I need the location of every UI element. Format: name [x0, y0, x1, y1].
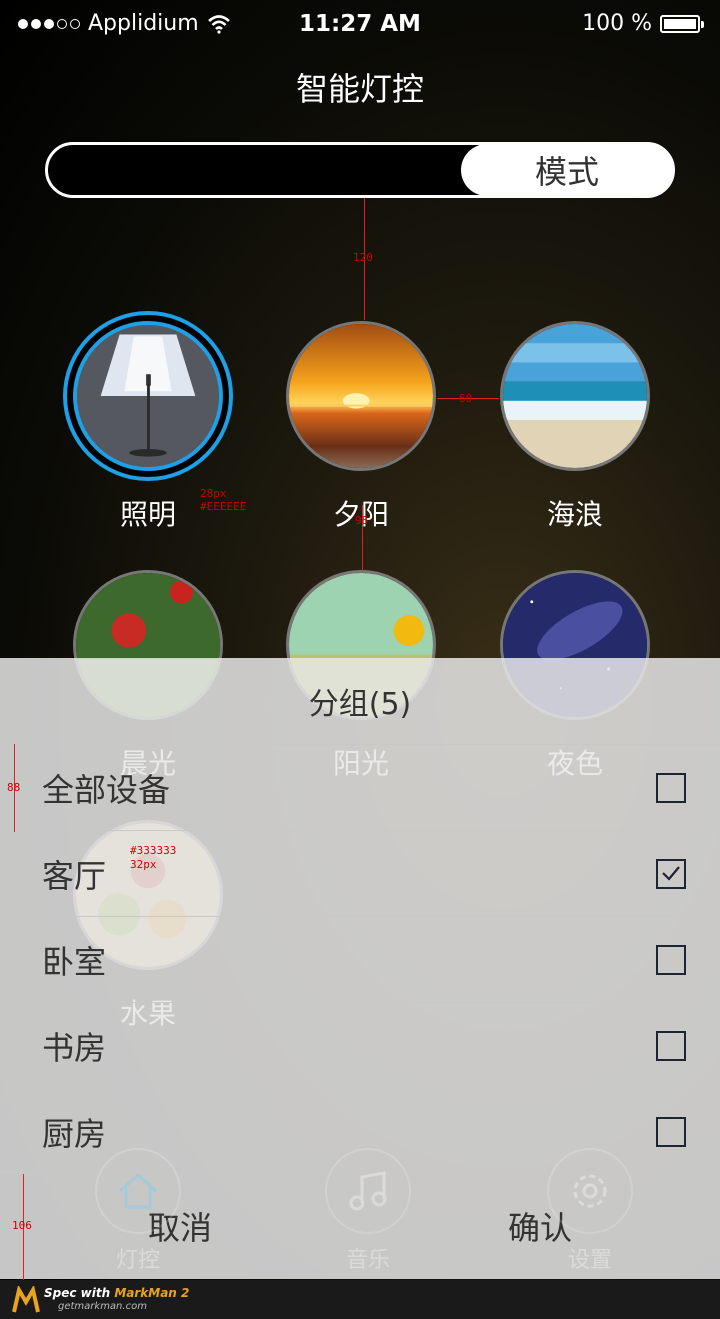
tab-settings[interactable]: 设置: [540, 1148, 640, 1274]
battery-info: 100 %: [582, 11, 704, 36]
spacing-label: 88: [7, 781, 21, 794]
color-annotation: #EEEEEE: [200, 500, 247, 513]
checkbox[interactable]: [656, 1031, 686, 1061]
group-label: 客厅: [42, 856, 107, 895]
mode-label: 夕阳: [332, 498, 389, 531]
checkbox[interactable]: [656, 945, 686, 975]
mode-waves[interactable]: 海浪: [490, 321, 660, 533]
sunset-image: [286, 321, 436, 471]
spacing-label: 106: [12, 1219, 32, 1232]
spacing-label: 120: [353, 251, 373, 264]
music-icon: [325, 1148, 411, 1234]
gear-icon: [547, 1148, 633, 1234]
sheet-title: 分组(5): [0, 658, 720, 745]
spacing-label: 60: [459, 392, 473, 405]
tab-label: 音乐: [345, 1248, 390, 1273]
tab-label: 设置: [567, 1248, 612, 1273]
checkbox-checked[interactable]: [656, 859, 686, 889]
group-row[interactable]: 卧室: [20, 917, 695, 1003]
mode-sunset[interactable]: 夕阳: [276, 321, 446, 533]
markman-logo-icon: [12, 1286, 40, 1313]
group-label: 书房: [42, 1028, 107, 1067]
group-row[interactable]: 书房: [20, 1003, 695, 1089]
font-size-annotation: 28px: [200, 487, 227, 500]
group-label: 卧室: [42, 942, 107, 981]
beach-image: [500, 321, 650, 471]
lamp-icon: [73, 321, 223, 471]
checkbox[interactable]: [656, 1117, 686, 1147]
home-icon: [95, 1148, 181, 1234]
markman-footer: Spec with MarkMan 2 getmarkman.com: [0, 1280, 720, 1319]
mode-label: 海浪: [546, 498, 603, 531]
group-row[interactable]: 全部设备: [20, 745, 695, 831]
font-size-annotation: 32px: [130, 858, 157, 871]
checkmark-icon: [662, 866, 680, 881]
group-row[interactable]: 客厅: [20, 831, 695, 917]
color-annotation: #333333: [130, 844, 177, 857]
group-label: 全部设备: [42, 770, 171, 809]
tab-label: 灯控: [115, 1248, 160, 1273]
battery-icon: [660, 14, 704, 33]
status-bar: Applidium 11:27 AM 100 %: [0, 0, 720, 48]
segment-mode-tab[interactable]: 模式: [461, 144, 673, 196]
battery-percent: 100 %: [582, 11, 652, 36]
footer-brand: Spec with MarkMan 2: [44, 1286, 190, 1300]
tab-music[interactable]: 音乐: [318, 1148, 418, 1274]
footer-url: getmarkman.com: [58, 1301, 147, 1312]
page-title: 智能灯控: [295, 70, 424, 108]
tab-light-control[interactable]: 灯控: [88, 1148, 188, 1274]
spacing-label: 98: [355, 514, 369, 527]
checkbox[interactable]: [656, 773, 686, 803]
segment-control[interactable]: 模式: [45, 142, 675, 198]
